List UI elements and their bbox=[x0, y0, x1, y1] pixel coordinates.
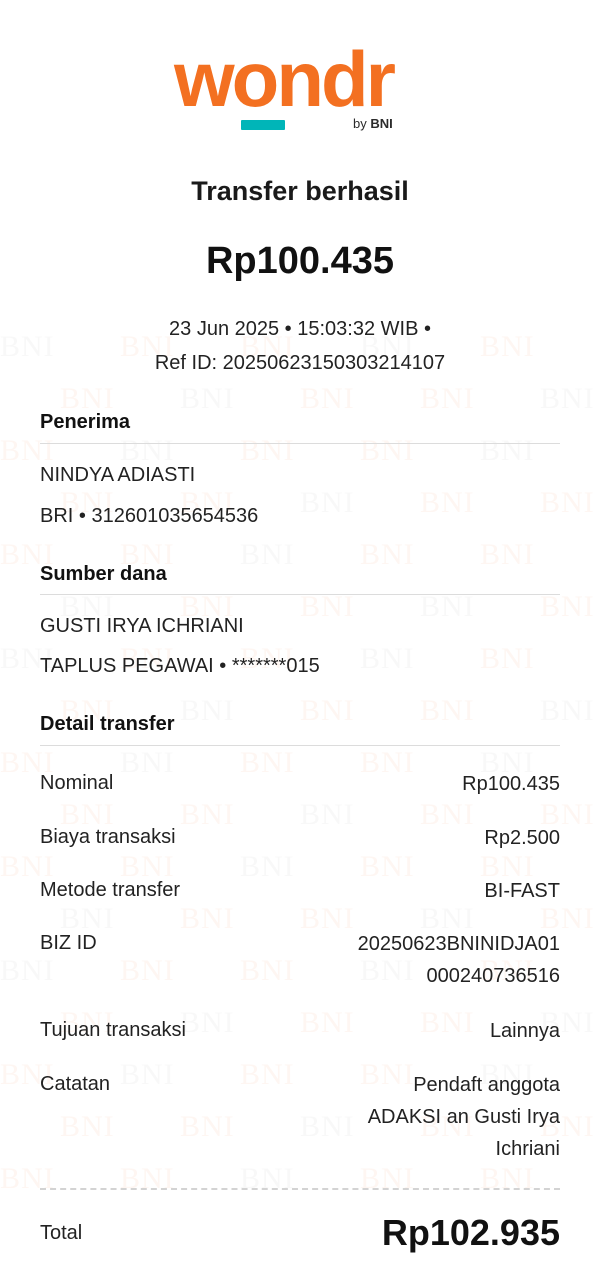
detail-value-fee: Rp2.500 bbox=[484, 822, 560, 854]
detail-value-line: ADAKSI an Gusti Irya bbox=[367, 1106, 560, 1128]
logo-byline: by BNI bbox=[353, 116, 393, 131]
logo-accent-bar bbox=[241, 120, 285, 130]
total-divider bbox=[40, 1188, 560, 1190]
detail-label-fee: Biaya transaksi bbox=[40, 826, 176, 848]
recipient-divider bbox=[40, 443, 560, 444]
transaction-datetime: 23 Jun 2025 • 15:03:32 WIB • bbox=[169, 318, 431, 340]
source-heading: Sumber dana bbox=[40, 563, 167, 585]
source-divider bbox=[40, 594, 560, 595]
source-name: GUSTI IRYA ICHRIANI bbox=[40, 615, 244, 637]
detail-value-line: Ichriani bbox=[495, 1138, 560, 1160]
detail-value-line: Rp100.435 bbox=[462, 773, 560, 795]
detail-value-line: 20250623BNINIDJA01 bbox=[357, 933, 560, 955]
detail-value-line: Lainnya bbox=[489, 1020, 560, 1042]
detail-label-method: Metode transfer bbox=[40, 879, 181, 901]
detail-label-biz-id: BIZ ID bbox=[40, 932, 97, 954]
recipient-account: BRI • 312601035654536 bbox=[40, 505, 259, 527]
detail-value-purpose: Lainnya bbox=[490, 1015, 560, 1047]
reference-id: Ref ID: 20250623150303214107 bbox=[154, 352, 446, 374]
detail-value-method: BI-FAST bbox=[484, 875, 560, 907]
source-account: TAPLUS PEGAWAI • *******015 bbox=[40, 655, 320, 677]
detail-value-line: Pendaft anggota bbox=[413, 1074, 560, 1096]
detail-label-nominal: Nominal bbox=[40, 772, 114, 794]
recipient-name: NINDYA ADIASTI bbox=[40, 464, 196, 486]
details-divider bbox=[40, 745, 560, 746]
status-title: Transfer berhasil bbox=[191, 176, 409, 206]
logo-wordmark: wondr bbox=[174, 35, 396, 123]
detail-value-line: BI-FAST bbox=[484, 880, 560, 902]
details-heading: Detail transfer bbox=[40, 713, 175, 735]
detail-label-purpose: Tujuan transaksi bbox=[40, 1019, 186, 1041]
logo-byline-brand: BNI bbox=[370, 116, 393, 131]
transfer-amount: Rp100.435 bbox=[205, 240, 394, 282]
detail-value-nominal: Rp100.435 bbox=[462, 768, 560, 800]
total-label: Total bbox=[40, 1222, 83, 1244]
detail-label-notes: Catatan bbox=[40, 1073, 111, 1095]
detail-value-line: 000240736516 bbox=[426, 965, 560, 987]
total-amount: Rp102.935 bbox=[381, 1212, 560, 1253]
logo-byline-prefix: by bbox=[353, 116, 367, 131]
detail-value-biz-id: 20250623BNINIDJA01 000240736516 bbox=[358, 928, 560, 992]
transfer-receipt: wondr by BNI Transfer berhasil Rp100.435… bbox=[0, 0, 600, 1280]
recipient-heading: Penerima bbox=[40, 411, 131, 433]
wondr-logo: wondr by BNI bbox=[174, 40, 426, 136]
detail-value-notes: Pendaft anggota ADAKSI an Gusti Irya Ich… bbox=[368, 1069, 560, 1165]
detail-value-line: Rp2.500 bbox=[484, 827, 560, 849]
